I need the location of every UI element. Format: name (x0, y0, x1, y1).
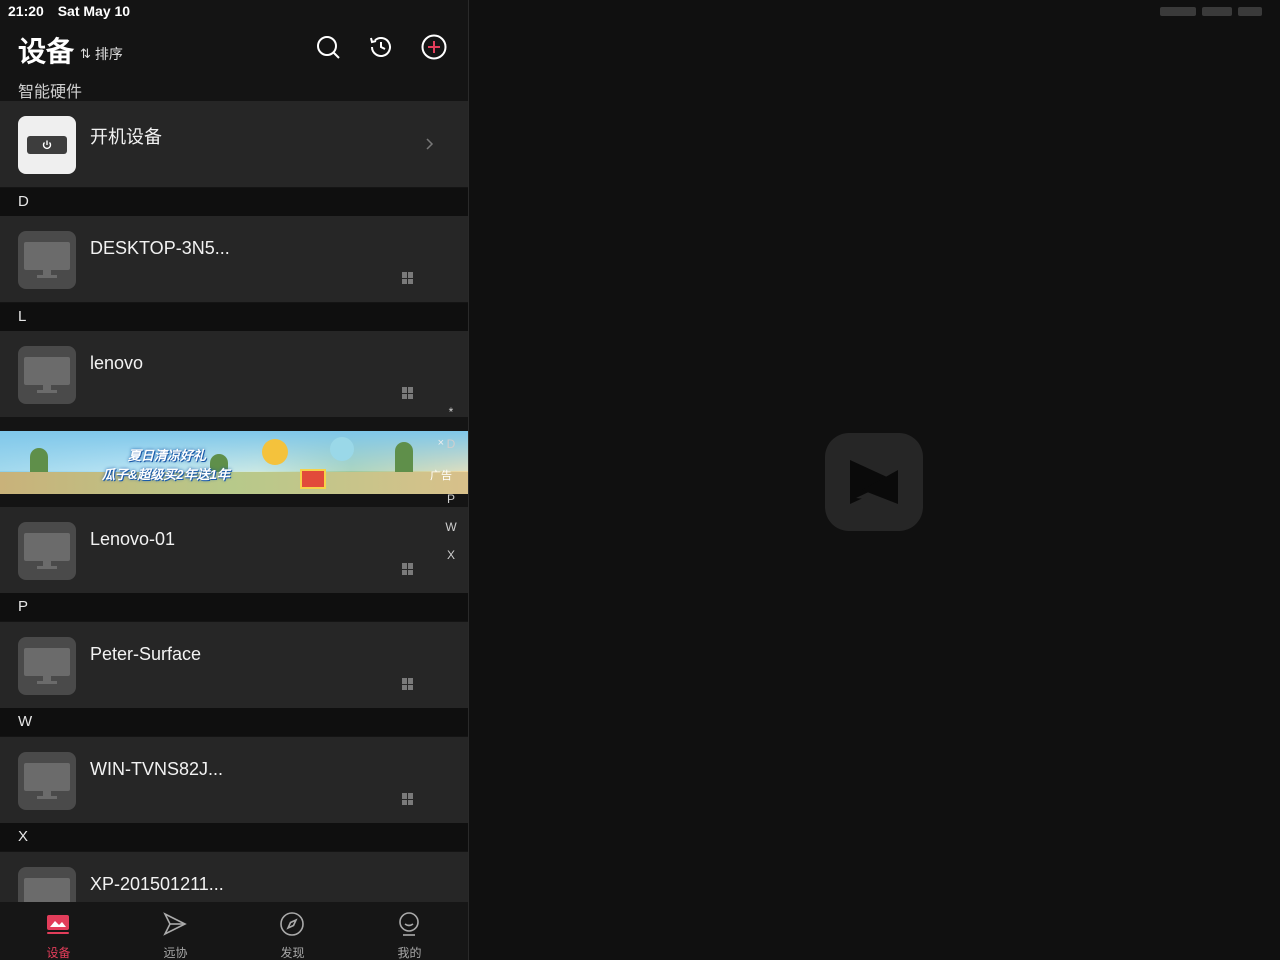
power-device-row[interactable]: 开机设备 (0, 101, 468, 187)
smart-hardware-label: 智能硬件 (18, 84, 83, 101)
monitor-icon (18, 637, 76, 695)
search-icon (317, 36, 340, 59)
app-logo (825, 433, 923, 531)
device-row[interactable]: lenovo (0, 331, 468, 417)
tab-devices[interactable]: 设备 (0, 902, 117, 960)
page-header: 设备 ⇅ 排序 (0, 28, 468, 72)
group-header-d: D (0, 188, 468, 216)
monitor-icon (18, 522, 76, 580)
tab-label: 设备 (46, 946, 71, 960)
windows-icon (402, 793, 414, 805)
sort-label: 排序 (94, 46, 123, 62)
windows-icon (402, 563, 414, 575)
status-date: Sat May 10 (57, 3, 131, 19)
device-name: Lenovo-01 (90, 529, 176, 549)
windows-icon (402, 387, 414, 399)
status-time: 21:20 (8, 3, 44, 19)
profile-icon (399, 912, 419, 936)
detail-pane (469, 0, 1280, 960)
ad-label: 广告 (430, 470, 452, 482)
index-letter[interactable]: D (440, 437, 462, 451)
device-list-pane: 21:20 Sat May 10 设备 ⇅ 排序 智能硬件 开机设备 D DES… (0, 0, 468, 960)
tab-remote-assist[interactable]: 远协 (117, 902, 234, 960)
group-header-w: W (0, 708, 468, 736)
status-bar: 21:20 Sat May 10 (0, 0, 468, 22)
power-device-thumb (18, 116, 76, 174)
device-name: WIN-TVNS82J... (90, 759, 224, 779)
ad-subline: 瓜子&超级买2年送1年 (102, 467, 230, 482)
tab-profile[interactable]: 我的 (351, 902, 468, 960)
device-name: DESKTOP-3N5... (90, 238, 230, 258)
index-letter[interactable]: W (440, 520, 462, 534)
tab-discover[interactable]: 发现 (234, 902, 351, 960)
status-indicators (1142, 0, 1262, 22)
ad-headline: 夏日清凉好礼 (128, 448, 207, 463)
index-letter[interactable]: P (440, 492, 462, 506)
page-title: 设备 (18, 36, 75, 67)
group-header-l: L (0, 303, 468, 331)
add-device-button[interactable] (419, 32, 449, 62)
cartoon-character (262, 439, 288, 465)
cartoon-character (330, 437, 354, 461)
index-letter[interactable]: * (440, 405, 462, 419)
remote-assist-icon (163, 912, 187, 936)
ad-banner[interactable]: 夏日清凉好礼 瓜子&超级买2年送1年 × 广告 (0, 431, 468, 494)
monitor-icon (18, 752, 76, 810)
group-header-x: X (0, 823, 468, 851)
index-letter[interactable]: X (440, 548, 462, 562)
device-row[interactable]: WIN-TVNS82J... (0, 737, 468, 823)
group-header-p: P (0, 593, 468, 621)
devices-icon (47, 915, 69, 934)
chevron-right-icon (426, 138, 434, 150)
history-button[interactable] (366, 32, 396, 62)
monitor-icon (18, 231, 76, 289)
compass-icon (280, 912, 304, 936)
device-row[interactable]: DESKTOP-3N5... (0, 216, 468, 302)
add-icon (421, 34, 447, 60)
device-row[interactable]: Peter-Surface (0, 622, 468, 708)
windows-icon (402, 678, 414, 690)
windows-icon (402, 272, 414, 284)
power-icon (42, 140, 52, 150)
sort-icon: ⇅ (80, 46, 91, 61)
history-icon (370, 37, 391, 57)
tab-label: 远协 (163, 946, 188, 960)
monitor-icon (18, 346, 76, 404)
search-button[interactable] (313, 32, 343, 62)
gift-box-decoration (300, 469, 326, 489)
device-name: XP-201501211... (90, 874, 224, 894)
device-name: lenovo (90, 353, 144, 373)
device-name: Peter-Surface (90, 644, 202, 664)
tab-label: 发现 (280, 946, 305, 960)
power-device-name: 开机设备 (90, 127, 162, 147)
sort-button[interactable]: ⇅ 排序 (80, 44, 123, 64)
device-row[interactable]: Lenovo-01 (0, 507, 468, 593)
bottom-tab-bar: 设备 远协 发现 我的 (0, 902, 468, 960)
tab-label: 我的 (397, 946, 422, 960)
app-logo-icon (850, 460, 898, 504)
